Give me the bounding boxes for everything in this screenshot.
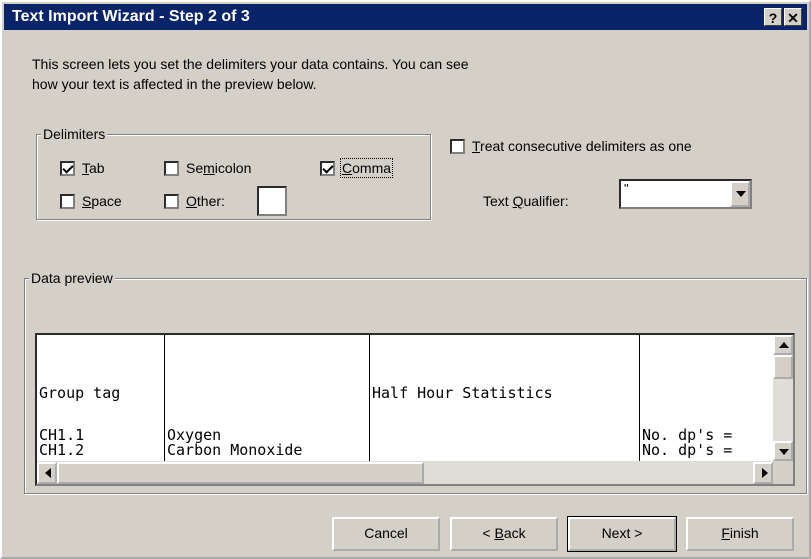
preview-column-2[interactable]: Oxygen Carbon Monoxide xyxy=(165,335,370,461)
consecutive-delimiters-checkbox-box[interactable] xyxy=(450,138,465,154)
preview-column-4[interactable]: No. dp's = No. dp's = xyxy=(640,335,773,461)
horizontal-scrollbar[interactable] xyxy=(37,461,793,484)
tab-checkbox-box[interactable] xyxy=(60,160,75,176)
delimiters-legend: Delimiters xyxy=(41,126,108,142)
semicolon-label: Semicolon xyxy=(186,160,252,176)
tab-checkbox[interactable]: Tab xyxy=(60,160,105,176)
intro-line-1: This screen lets you set the delimiters … xyxy=(32,56,469,72)
intro-line-2: how your text is affected in the preview… xyxy=(32,76,317,92)
intro-text: This screen lets you set the delimiters … xyxy=(32,54,632,94)
space-label: Space xyxy=(82,193,122,209)
comma-label: Comma xyxy=(339,158,394,178)
window-title: Text Import Wizard - Step 2 of 3 xyxy=(12,8,250,25)
horizontal-scroll-thumb[interactable] xyxy=(57,462,424,484)
preview-cell: Carbon Monoxide xyxy=(167,441,303,459)
semicolon-checkbox-box[interactable] xyxy=(164,160,179,176)
scroll-right-arrow-icon[interactable] xyxy=(753,462,773,484)
text-qualifier-label: Text Qualifier: xyxy=(483,193,569,209)
vertical-scrollbar[interactable] xyxy=(773,335,793,461)
data-preview-legend: Data preview xyxy=(29,270,115,286)
cancel-button[interactable]: Cancel xyxy=(332,517,440,551)
text-import-wizard-dialog: Text Import Wizard - Step 2 of 3 ? ✕ Thi… xyxy=(0,0,811,559)
preview-cell: Half Hour Statistics xyxy=(372,384,553,402)
title-bar[interactable]: Text Import Wizard - Step 2 of 3 ? ✕ xyxy=(4,4,807,30)
scroll-left-arrow-icon[interactable] xyxy=(37,462,57,484)
consecutive-delimiters-label: Treat consecutive delimiters as one xyxy=(472,138,692,154)
text-qualifier-select[interactable]: " xyxy=(619,179,752,209)
preview-column-1[interactable]: Group tag CH1.1 CH1.2 xyxy=(37,335,165,461)
preview-column-3[interactable]: Half Hour Statistics xyxy=(370,335,640,461)
other-label: Other: xyxy=(186,193,225,209)
data-preview-grid[interactable]: Group tag CH1.1 CH1.2 Oxygen Carbon Mono… xyxy=(35,333,795,486)
preview-cell: CH1.2 xyxy=(39,441,85,459)
other-checkbox[interactable]: Other: xyxy=(164,193,225,209)
consecutive-delimiters-checkbox[interactable]: Treat consecutive delimiters as one xyxy=(450,138,692,154)
help-button[interactable]: ? xyxy=(764,8,782,26)
comma-checkbox-box[interactable] xyxy=(320,160,335,176)
preview-cell: No. dp's = xyxy=(642,441,733,459)
close-button[interactable]: ✕ xyxy=(784,8,802,26)
space-checkbox[interactable]: Space xyxy=(60,193,122,209)
other-delimiter-input[interactable] xyxy=(257,186,287,216)
scrollbar-corner xyxy=(773,461,793,484)
scroll-up-arrow-icon[interactable] xyxy=(773,335,793,355)
tab-label: Tab xyxy=(82,160,105,176)
text-qualifier-value: " xyxy=(624,181,629,196)
other-checkbox-box[interactable] xyxy=(164,193,179,209)
preview-cell: Group tag xyxy=(39,384,121,402)
scroll-down-arrow-icon[interactable] xyxy=(773,441,793,461)
back-button[interactable]: < Back xyxy=(450,517,558,551)
space-checkbox-box[interactable] xyxy=(60,193,75,209)
vertical-scroll-thumb[interactable] xyxy=(773,355,793,379)
finish-button[interactable]: Finish xyxy=(686,517,794,551)
semicolon-checkbox[interactable]: Semicolon xyxy=(164,160,251,176)
comma-checkbox[interactable]: Comma xyxy=(320,158,394,178)
next-button[interactable]: Next > xyxy=(567,516,677,552)
chevron-down-icon[interactable] xyxy=(730,181,750,207)
